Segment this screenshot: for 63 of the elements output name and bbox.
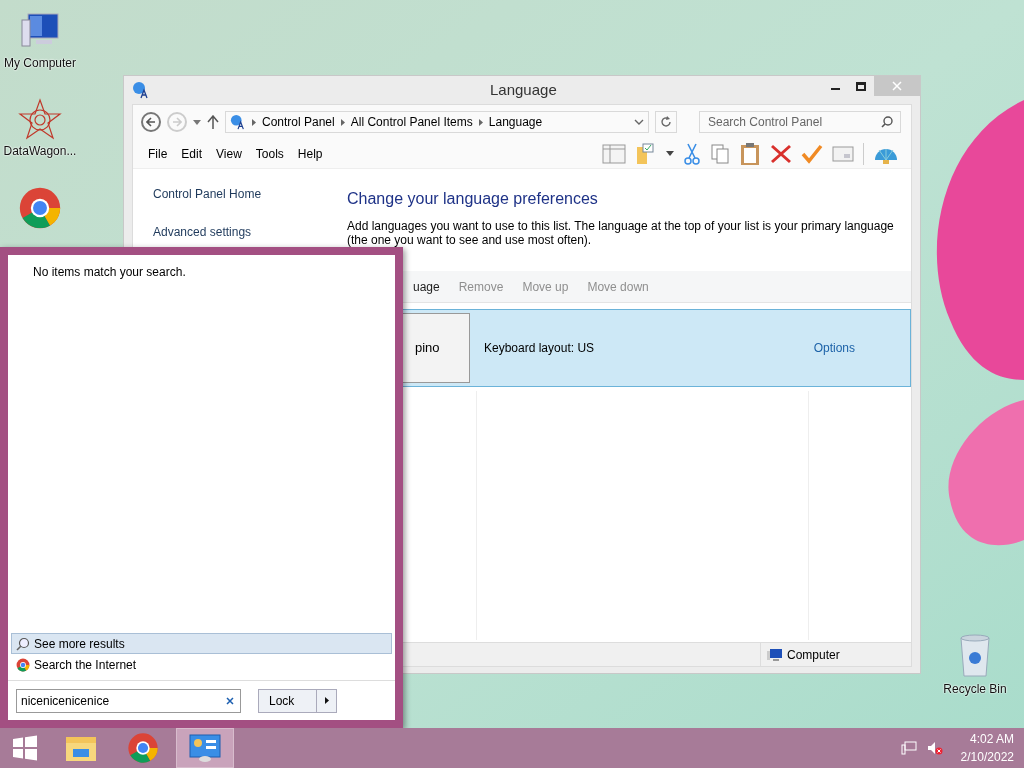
caret-right-icon: [324, 697, 329, 704]
speaker-muted-icon[interactable]: [926, 741, 943, 755]
search-field[interactable]: Search Control Panel: [699, 111, 901, 133]
page-heading: Change your language preferences: [346, 189, 599, 209]
list-toolbar-button[interactable]: uage: [413, 277, 440, 296]
taskbar-button[interactable]: [176, 728, 234, 768]
search-result-item[interactable]: See more results: [11, 633, 392, 654]
language-name: pino: [415, 339, 440, 358]
refresh-button[interactable]: [655, 111, 677, 133]
chevron-down-icon[interactable]: [634, 119, 644, 125]
search-input-field[interactable]: nicenicenicenice: [16, 688, 241, 713]
search-result-item[interactable]: Search the Internet: [11, 654, 392, 675]
star-pattern-icon: [18, 98, 62, 142]
arrow-left-icon: [146, 117, 156, 127]
chevron-right-icon: [340, 118, 345, 126]
breadcrumb-link[interactable]: Language: [488, 113, 543, 131]
desktop-icon-label[interactable]: DataWagon...: [3, 142, 77, 160]
menu-item[interactable]: Help: [290, 144, 330, 163]
globe-language-icon: [230, 114, 246, 130]
caret-down-icon[interactable]: [193, 119, 201, 125]
browser-icon: [18, 186, 62, 230]
computer-icon: [767, 647, 783, 662]
desktop-icon-label[interactable]: My Computer: [4, 54, 76, 72]
chevron-right-icon: [252, 118, 256, 126]
clear-icon[interactable]: [226, 696, 234, 705]
clipboard-icon[interactable]: [739, 141, 761, 166]
close-icon: [892, 81, 902, 91]
clock-time[interactable]: 4:02 AM: [969, 730, 1014, 748]
chevron-right-icon: [478, 118, 483, 126]
arrow-right-icon: [172, 117, 182, 127]
control-panel-icon: [188, 733, 222, 763]
desktop-icon-label[interactable]: Recycle Bin: [943, 680, 1007, 698]
scissors-icon[interactable]: [683, 142, 701, 165]
browser-icon: [127, 732, 159, 764]
search-icon: [16, 636, 30, 651]
menu-item[interactable]: Tools: [248, 144, 291, 163]
window-title: Language: [490, 79, 557, 100]
status-bar-text: Computer: [787, 646, 840, 664]
arrow-up-icon[interactable]: [207, 115, 219, 129]
sidebar-link[interactable]: Control Panel Home: [153, 185, 339, 203]
empty-results-message: No items match your search.: [33, 264, 187, 281]
breadcrumb-link[interactable]: All Control Panel Items: [350, 113, 473, 131]
browser-icon: [16, 657, 30, 672]
keyboard-layout-text: Keyboard layout: US: [484, 340, 595, 357]
refresh-icon: [660, 116, 672, 128]
description-text: Add languages you want to use to this list. The language at the top of your list is your primary language (the one you want to see and use most often).: [346, 219, 895, 247]
sidebar-link[interactable]: Advanced settings: [153, 223, 339, 241]
delete-icon[interactable]: [770, 143, 792, 164]
copy-icon[interactable]: [710, 142, 730, 165]
menu-item[interactable]: File: [141, 144, 175, 163]
clock-date[interactable]: 2/10/2022: [960, 748, 1014, 766]
breadcrumb-link[interactable]: Control Panel: [262, 113, 335, 131]
back-button[interactable]: [141, 112, 161, 132]
options-link[interactable]: Options: [813, 339, 855, 357]
address-bar[interactable]: Control Panel All Control Panel Items Language: [225, 111, 649, 133]
search-icon: [881, 116, 893, 128]
menu-item[interactable]: View: [209, 144, 249, 163]
windows-logo-icon: [12, 735, 38, 761]
checkmark-icon[interactable]: [801, 143, 823, 164]
folder-check-icon[interactable]: [635, 142, 657, 165]
globe-language-icon: [132, 81, 150, 99]
menu-item[interactable]: Edit: [174, 144, 210, 163]
caret-down-icon[interactable]: [666, 151, 674, 156]
